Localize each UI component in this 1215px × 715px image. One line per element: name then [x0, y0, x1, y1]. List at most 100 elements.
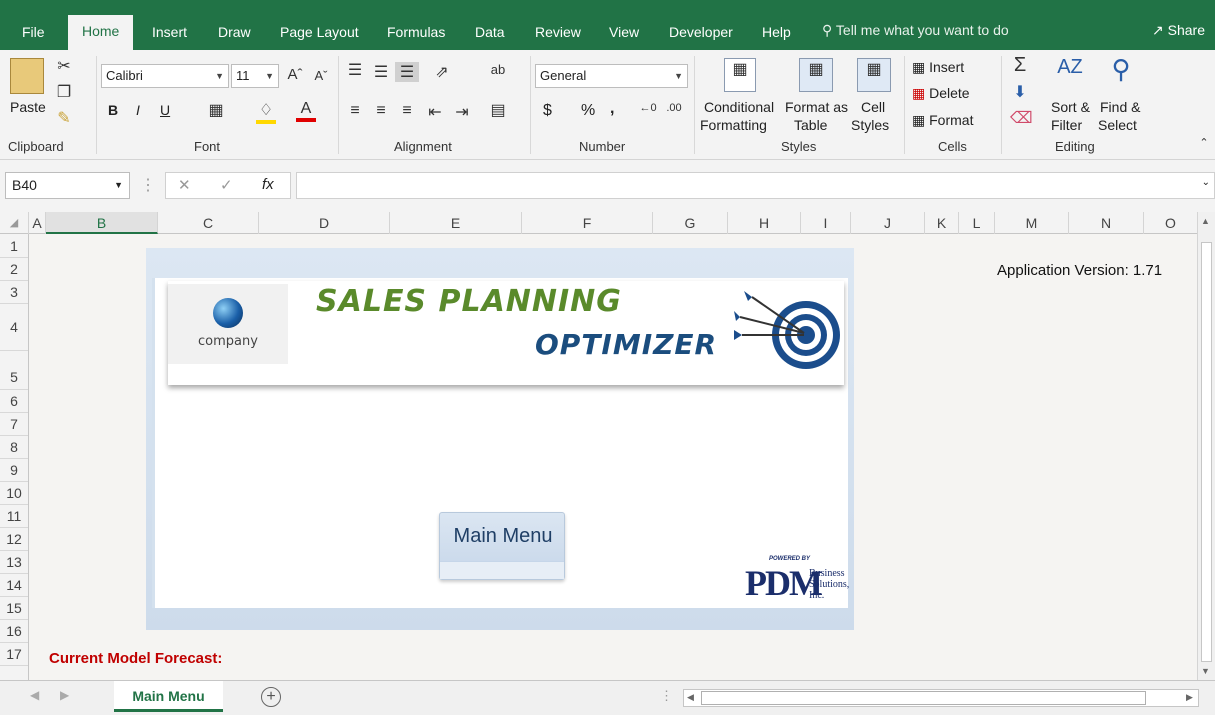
row-header[interactable]: 16: [0, 620, 28, 643]
main-menu-button[interactable]: Main Menu: [439, 512, 565, 580]
column-header-b[interactable]: B: [46, 212, 158, 234]
column-header-l[interactable]: L: [959, 212, 995, 234]
align-center-icon[interactable]: ≡: [371, 102, 391, 120]
enter-icon[interactable]: ✓: [220, 176, 233, 194]
add-sheet-icon[interactable]: +: [261, 687, 281, 707]
column-header-e[interactable]: E: [390, 212, 522, 234]
fill-color-icon[interactable]: ♢: [256, 100, 276, 124]
insert-cells-button[interactable]: ▦ Insert: [912, 59, 964, 76]
row-header[interactable]: 15: [0, 597, 28, 620]
share-button[interactable]: ↗ Share: [1152, 22, 1205, 39]
cancel-icon[interactable]: ✕: [178, 176, 191, 194]
align-middle-icon[interactable]: ☰: [371, 62, 391, 82]
column-header-m[interactable]: M: [995, 212, 1069, 234]
underline-button[interactable]: U: [160, 102, 170, 118]
column-header-f[interactable]: F: [522, 212, 653, 234]
row-header[interactable]: 5: [0, 351, 28, 390]
scrollbar-thumb[interactable]: [701, 691, 1146, 705]
collapse-ribbon-icon[interactable]: ⌃: [1197, 136, 1211, 149]
conditional-formatting-label-1[interactable]: Conditional: [704, 99, 774, 115]
select-all-icon[interactable]: ◢: [0, 212, 29, 234]
align-bottom-icon[interactable]: ☰: [395, 62, 419, 82]
row-header[interactable]: 12: [0, 528, 28, 551]
row-header[interactable]: 7: [0, 413, 28, 436]
row-header[interactable]: 11: [0, 505, 28, 528]
font-color-icon[interactable]: A: [296, 100, 316, 122]
scrollbar-thumb[interactable]: [1201, 242, 1212, 662]
increase-indent-icon[interactable]: ⇥: [451, 102, 473, 122]
expand-formula-icon[interactable]: ⌄: [1202, 177, 1210, 188]
italic-button[interactable]: I: [136, 102, 140, 118]
borders-icon[interactable]: ▦: [206, 100, 226, 120]
format-as-table-label-1[interactable]: Format as: [785, 99, 848, 115]
format-painter-icon[interactable]: ✎: [54, 108, 74, 128]
row-header[interactable]: 1: [0, 234, 28, 258]
tab-developer[interactable]: Developer: [669, 20, 733, 48]
column-header-o[interactable]: O: [1144, 212, 1197, 234]
decrease-decimal-icon[interactable]: .00: [664, 102, 684, 114]
increase-font-icon[interactable]: Aˆ: [286, 66, 304, 83]
worksheet-grid[interactable]: company SALES PLANNING OPTIMIZER Main Me…: [29, 234, 1197, 680]
tab-help[interactable]: Help: [762, 20, 791, 48]
paste-icon[interactable]: [10, 58, 44, 94]
decrease-font-icon[interactable]: Aˇ: [312, 68, 330, 83]
column-header-k[interactable]: K: [925, 212, 959, 234]
row-header[interactable]: 8: [0, 436, 28, 459]
formula-input[interactable]: ⌄: [296, 172, 1215, 199]
currency-button[interactable]: $: [543, 102, 552, 120]
increase-decimal-icon[interactable]: ←0: [638, 102, 658, 114]
autosum-icon[interactable]: Σ: [1010, 54, 1030, 77]
delete-cells-button[interactable]: ▦ Delete: [912, 85, 970, 102]
find-select-label-2[interactable]: Select: [1098, 117, 1137, 133]
format-as-table-label-2[interactable]: Table: [794, 117, 827, 133]
scroll-up-icon[interactable]: ▲: [1201, 216, 1210, 226]
column-header-d[interactable]: D: [259, 212, 390, 234]
number-format-select[interactable]: General ▼: [535, 64, 688, 88]
tab-insert[interactable]: Insert: [152, 20, 187, 48]
sort-filter-label-2[interactable]: Filter: [1051, 117, 1082, 133]
align-right-icon[interactable]: ≡: [397, 102, 417, 120]
paste-button[interactable]: Paste: [10, 99, 46, 115]
cut-icon[interactable]: ✂: [54, 56, 74, 76]
insert-function-button[interactable]: fx: [262, 176, 274, 193]
prev-sheet-icon[interactable]: ◀: [30, 688, 39, 702]
row-header[interactable]: 9: [0, 459, 28, 482]
column-header-g[interactable]: G: [653, 212, 728, 234]
fill-icon[interactable]: ⬇: [1010, 82, 1030, 102]
scroll-down-icon[interactable]: ▼: [1201, 666, 1210, 676]
sort-filter-label-1[interactable]: Sort &: [1051, 99, 1090, 115]
row-header[interactable]: 13: [0, 551, 28, 574]
scroll-right-icon[interactable]: ▶: [1186, 692, 1193, 703]
tab-file[interactable]: File: [22, 20, 45, 48]
row-header[interactable]: 4: [0, 304, 28, 351]
tell-me-search[interactable]: ⚲ Tell me what you want to do: [822, 22, 1009, 39]
row-header[interactable]: 10: [0, 482, 28, 505]
tab-view[interactable]: View: [609, 20, 639, 48]
tab-page-layout[interactable]: Page Layout: [280, 20, 359, 48]
tab-review[interactable]: Review: [535, 20, 581, 48]
row-header[interactable]: 17: [0, 643, 28, 666]
row-header[interactable]: 14: [0, 574, 28, 597]
scroll-left-icon[interactable]: ◀: [687, 692, 694, 703]
splitter-icon[interactable]: ⋮: [660, 688, 673, 704]
column-header-h[interactable]: H: [728, 212, 801, 234]
percent-button[interactable]: %: [581, 102, 595, 120]
next-sheet-icon[interactable]: ▶: [60, 688, 69, 702]
comma-button[interactable]: ,: [610, 100, 614, 118]
row-header[interactable]: 2: [0, 258, 28, 281]
cell-styles-label-1[interactable]: Cell: [861, 99, 885, 115]
column-header-c[interactable]: C: [158, 212, 259, 234]
name-box[interactable]: B40 ▼: [5, 172, 130, 199]
align-top-icon[interactable]: ☰: [345, 60, 365, 80]
horizontal-scrollbar[interactable]: ◀ ▶: [683, 689, 1199, 707]
tab-draw[interactable]: Draw: [218, 20, 251, 48]
column-header-n[interactable]: N: [1069, 212, 1144, 234]
column-header-j[interactable]: J: [851, 212, 925, 234]
align-left-icon[interactable]: ≡: [345, 102, 365, 120]
row-header[interactable]: 6: [0, 390, 28, 413]
row-header[interactable]: 3: [0, 281, 28, 304]
cell-styles-label-2[interactable]: Styles: [851, 117, 889, 133]
copy-icon[interactable]: ❐: [54, 82, 74, 102]
tab-home[interactable]: Home: [68, 15, 134, 50]
decrease-indent-icon[interactable]: ⇤: [424, 102, 446, 122]
